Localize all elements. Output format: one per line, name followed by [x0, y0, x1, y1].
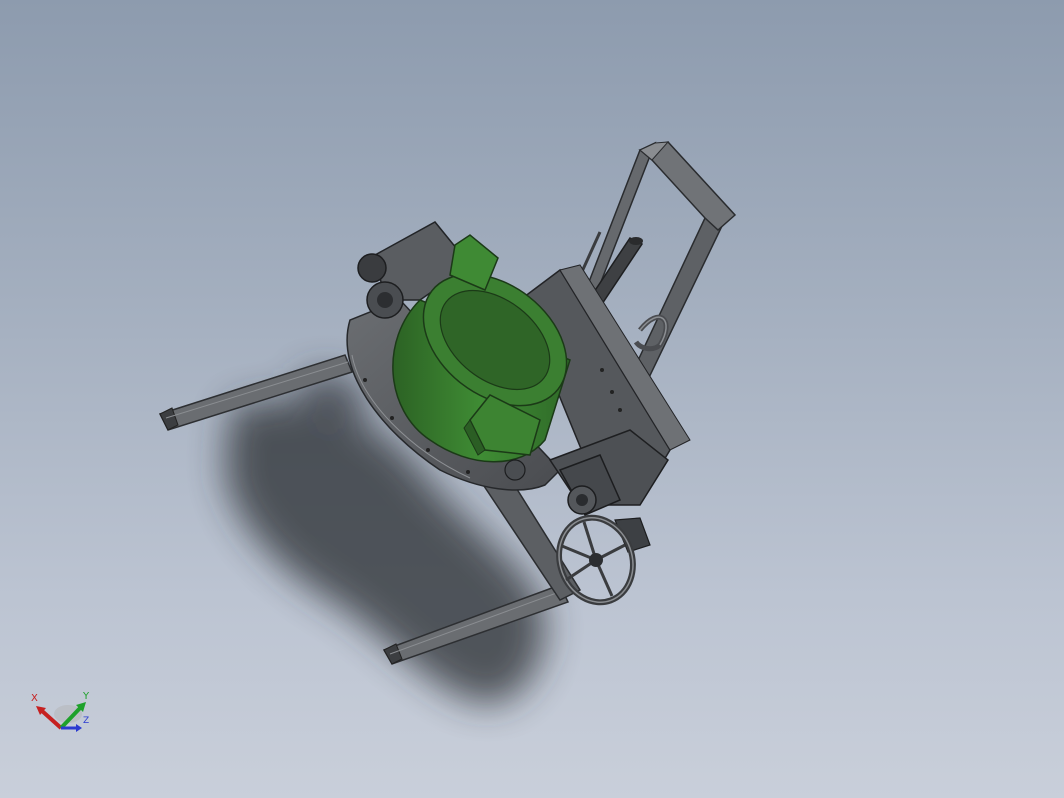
triad-y-label: Y: [83, 691, 90, 702]
triad-x-label: X: [31, 693, 38, 704]
triad-z-label: Z: [83, 716, 90, 726]
graphics-viewport[interactable]: X Y Z: [0, 0, 1064, 798]
model-assembly[interactable]: [0, 0, 1064, 798]
coordinate-triad[interactable]: X Y Z: [26, 688, 96, 740]
